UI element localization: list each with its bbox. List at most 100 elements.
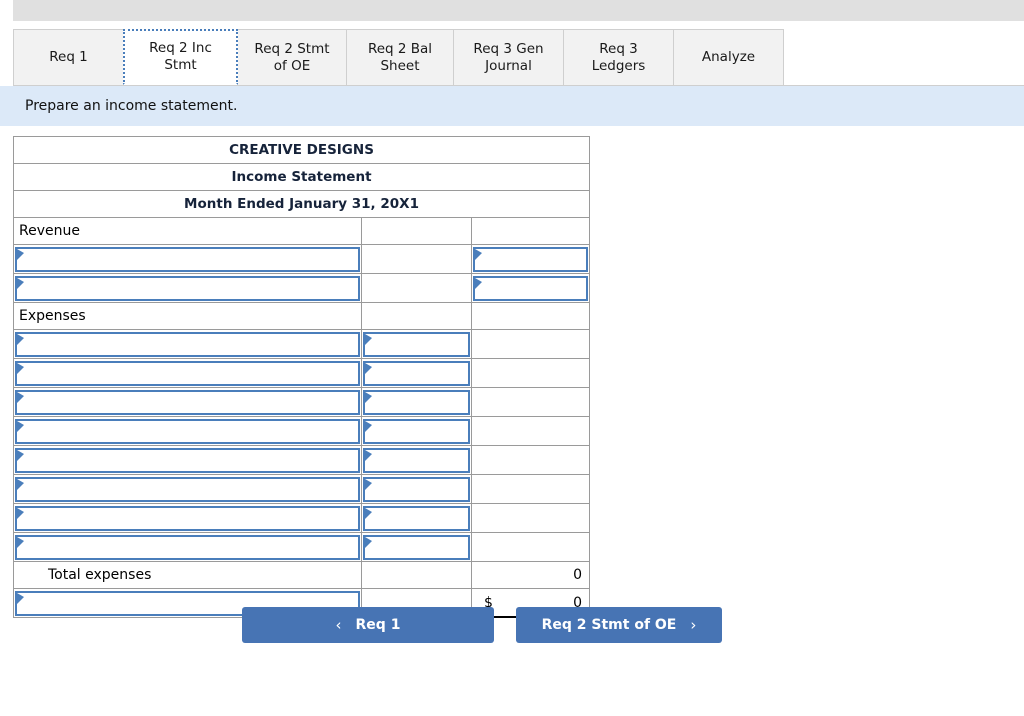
expense-right-blank-2 bbox=[470, 358, 591, 388]
tab-bar: Req 1 Req 2 Inc Stmt Req 2 Stmt of OE Req 2… bbox=[13, 29, 1024, 85]
revenue-label-row: Revenue bbox=[13, 217, 591, 245]
expense-input-row bbox=[13, 474, 591, 504]
statement-header-row: Month Ended January 31, 20X1 bbox=[12, 190, 591, 218]
dropdown-triangle-icon bbox=[365, 478, 372, 490]
expense-right-blank-8 bbox=[470, 532, 591, 562]
dropdown-triangle-icon bbox=[17, 478, 24, 490]
revenue-input-row bbox=[13, 273, 591, 303]
prev-req-label: Req 1 bbox=[355, 617, 401, 633]
dropdown-triangle-icon bbox=[17, 592, 24, 604]
expense-input-row bbox=[13, 503, 591, 533]
tab-req-3-gen-journal[interactable]: Req 3 Gen Journal bbox=[453, 29, 564, 85]
expense-account-input-2[interactable] bbox=[15, 360, 360, 386]
revenue-amount-input-2[interactable] bbox=[473, 275, 589, 301]
expense-account-input-5-cell bbox=[13, 445, 362, 475]
expense-right-blank-4 bbox=[470, 416, 591, 446]
expenses-right-blank bbox=[470, 302, 591, 330]
expenses-section-label: Expenses bbox=[13, 302, 362, 330]
expense-account-input-3-cell bbox=[13, 387, 362, 417]
expenses-label-row: Expenses bbox=[13, 302, 591, 330]
tab-label: Req 2 Bal Sheet bbox=[367, 40, 433, 74]
expense-right-blank-5 bbox=[470, 445, 591, 475]
dropdown-triangle-icon bbox=[17, 449, 24, 461]
expense-account-input-2-cell bbox=[13, 358, 362, 388]
expense-amount-input-6[interactable] bbox=[363, 476, 470, 502]
expense-amount-input-8[interactable] bbox=[363, 534, 470, 560]
statement-header-row: Income Statement bbox=[12, 163, 591, 191]
expense-amount-input-2[interactable] bbox=[363, 360, 470, 386]
expense-account-input-1[interactable] bbox=[15, 331, 360, 357]
revenue-account-input-2-cell bbox=[13, 273, 362, 303]
expense-amount-input-4-cell bbox=[361, 416, 472, 446]
dropdown-triangle-icon bbox=[17, 536, 24, 548]
tab-req-2-stmt-of-oe[interactable]: Req 2 Stmt of OE bbox=[237, 29, 347, 85]
tab-label: Req 2 Stmt of OE bbox=[254, 40, 330, 74]
dropdown-triangle-icon bbox=[475, 248, 482, 260]
expense-input-row bbox=[13, 445, 591, 475]
expense-amount-input-1-cell bbox=[361, 329, 472, 359]
next-req-button[interactable]: Req 2 Stmt of OE › bbox=[516, 607, 722, 643]
navigation-bar: ‹ Req 1 Req 2 Stmt of OE › bbox=[0, 607, 1024, 647]
expense-input-row bbox=[13, 387, 591, 417]
total-expenses-mid-blank bbox=[361, 561, 472, 589]
expense-amount-input-3-cell bbox=[361, 387, 472, 417]
revenue-mid-blank-2 bbox=[361, 273, 472, 303]
revenue-right-blank bbox=[470, 217, 591, 245]
revenue-account-input-2[interactable] bbox=[15, 275, 360, 301]
revenue-account-input-1-cell bbox=[13, 244, 362, 274]
tab-strip: Req 1 Req 2 Inc Stmt Req 2 Stmt of OE Req 2… bbox=[13, 29, 1024, 85]
expense-right-blank-1 bbox=[470, 329, 591, 359]
dropdown-triangle-icon bbox=[365, 391, 372, 403]
tab-analyze[interactable]: Analyze bbox=[673, 29, 784, 85]
total-expenses-value: 0 bbox=[470, 561, 591, 589]
tab-label: Req 2 Inc Stmt bbox=[149, 40, 212, 73]
next-req-label: Req 2 Stmt of OE bbox=[541, 617, 677, 633]
expense-account-input-8[interactable] bbox=[15, 534, 360, 560]
dropdown-triangle-icon bbox=[17, 333, 24, 345]
expense-input-row bbox=[13, 532, 591, 562]
expense-amount-input-5-cell bbox=[361, 445, 472, 475]
tab-req-1[interactable]: Req 1 bbox=[13, 29, 124, 85]
expense-right-blank-3 bbox=[470, 387, 591, 417]
expense-amount-input-3[interactable] bbox=[363, 389, 470, 415]
expense-amount-input-4[interactable] bbox=[363, 418, 470, 444]
dropdown-triangle-icon bbox=[365, 507, 372, 519]
statement-header-company: CREATIVE DESIGNS bbox=[12, 136, 591, 164]
expense-input-row bbox=[13, 416, 591, 446]
total-expenses-label: Total expenses bbox=[13, 561, 362, 589]
expense-right-blank-7 bbox=[470, 503, 591, 533]
expense-amount-input-7[interactable] bbox=[363, 505, 470, 531]
dropdown-triangle-icon bbox=[365, 420, 372, 432]
tab-label: Analyze bbox=[701, 49, 756, 66]
revenue-mid-blank bbox=[361, 217, 472, 245]
expense-amount-input-8-cell bbox=[361, 532, 472, 562]
expense-amount-input-6-cell bbox=[361, 474, 472, 504]
expense-account-input-4[interactable] bbox=[15, 418, 360, 444]
expense-account-input-1-cell bbox=[13, 329, 362, 359]
tab-req-2-inc-stmt[interactable]: Req 2 Inc Stmt bbox=[123, 29, 238, 85]
revenue-amount-input-1[interactable] bbox=[473, 246, 589, 272]
expense-amount-input-5[interactable] bbox=[363, 447, 470, 473]
tab-req-2-bal-sheet[interactable]: Req 2 Bal Sheet bbox=[346, 29, 454, 85]
instruction-text: Prepare an income statement. bbox=[25, 98, 238, 114]
total-expenses-row: Total expenses 0 bbox=[13, 561, 591, 589]
expense-account-input-5[interactable] bbox=[15, 447, 360, 473]
expenses-mid-blank bbox=[361, 302, 472, 330]
statement-header-row: CREATIVE DESIGNS bbox=[12, 136, 591, 164]
chevron-right-icon: › bbox=[690, 616, 697, 634]
expense-amount-input-7-cell bbox=[361, 503, 472, 533]
prev-req-button[interactable]: ‹ Req 1 bbox=[242, 607, 494, 643]
expense-account-input-7-cell bbox=[13, 503, 362, 533]
dropdown-triangle-icon bbox=[365, 536, 372, 548]
dropdown-triangle-icon bbox=[17, 420, 24, 432]
expense-amount-input-2-cell bbox=[361, 358, 472, 388]
tab-req-3-ledgers[interactable]: Req 3 Ledgers bbox=[563, 29, 674, 85]
expense-account-input-7[interactable] bbox=[15, 505, 360, 531]
expense-account-input-3[interactable] bbox=[15, 389, 360, 415]
revenue-account-input-1[interactable] bbox=[15, 246, 360, 272]
dropdown-triangle-icon bbox=[475, 277, 482, 289]
expense-account-input-6[interactable] bbox=[15, 476, 360, 502]
expense-amount-input-1[interactable] bbox=[363, 331, 470, 357]
dropdown-triangle-icon bbox=[17, 391, 24, 403]
revenue-amount-input-2-cell bbox=[470, 273, 591, 303]
